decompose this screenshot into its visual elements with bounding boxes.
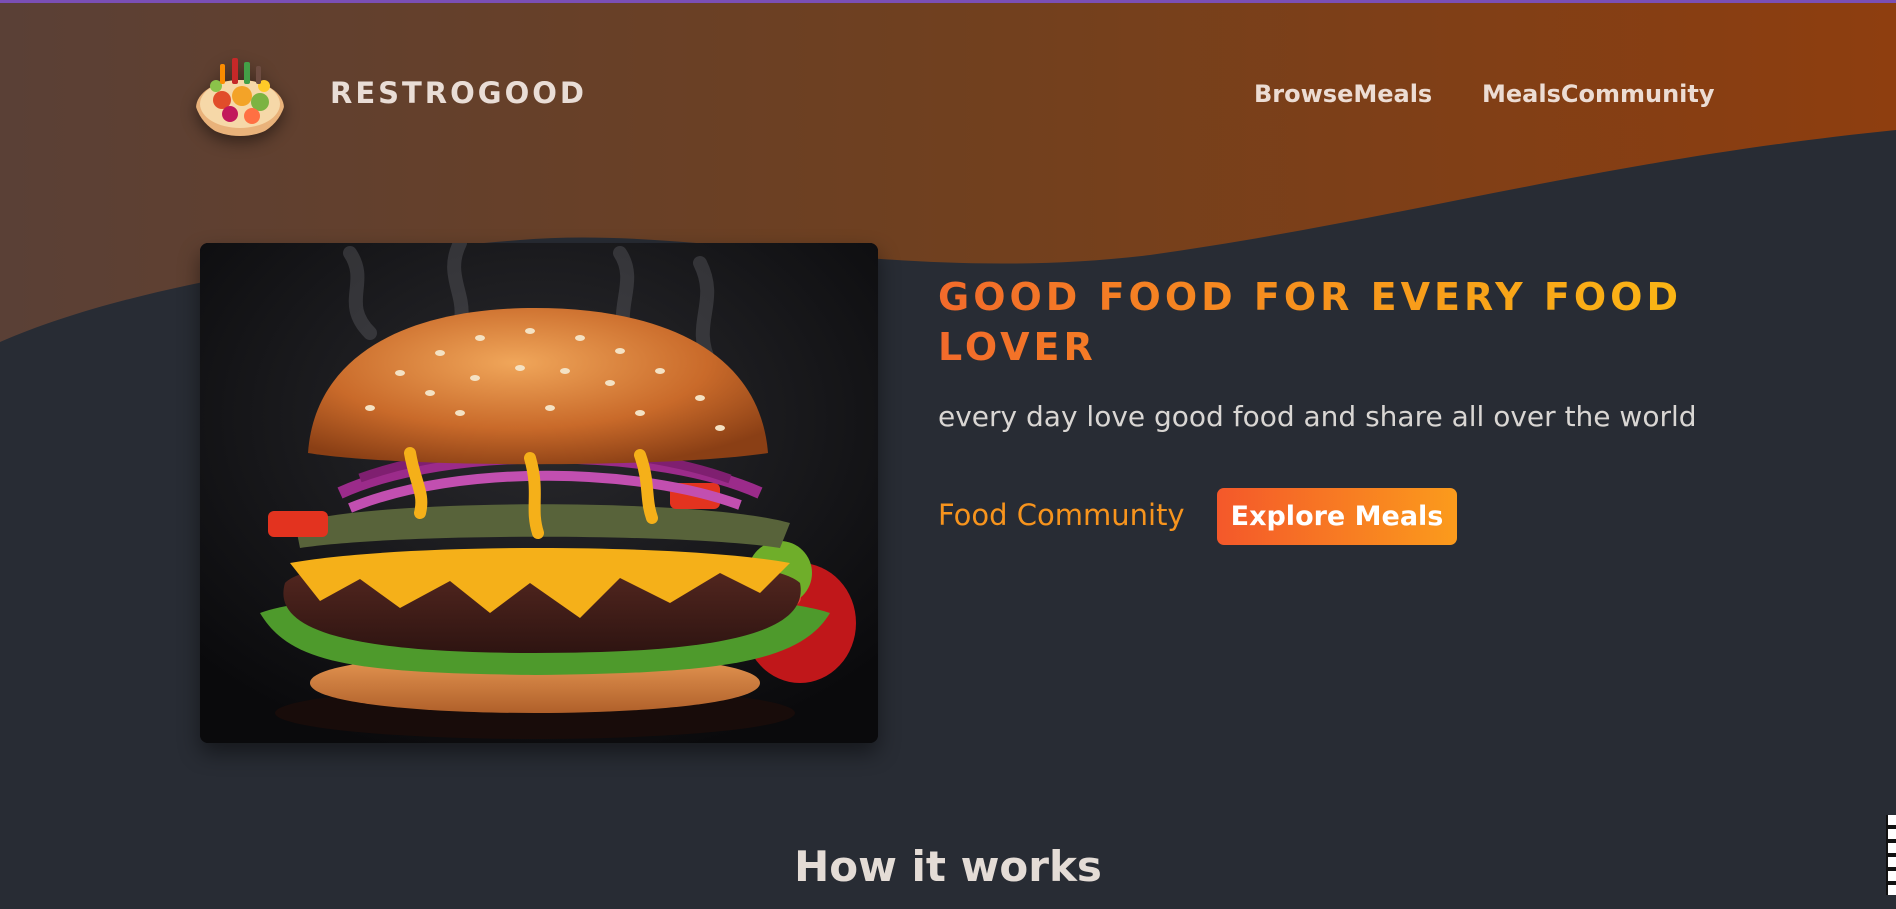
burger-photo bbox=[200, 243, 878, 743]
nav-meals-community[interactable]: MealsCommunity bbox=[1482, 80, 1715, 108]
nav-browse-meals[interactable]: BrowseMeals bbox=[1254, 80, 1432, 108]
food-community-link[interactable]: Food Community bbox=[938, 498, 1185, 532]
brand-name[interactable]: RESTROGOOD bbox=[330, 76, 587, 110]
hero-title: GOOD FOOD FOR EVERY FOOD LOVER bbox=[938, 272, 1698, 372]
food-platter-logo-icon[interactable] bbox=[194, 50, 286, 138]
explore-meals-button[interactable]: Explore Meals bbox=[1217, 488, 1457, 545]
hero-subtitle: every day love good food and share all o… bbox=[938, 400, 1697, 433]
top-accent-bar bbox=[0, 0, 1896, 3]
site-header: RESTROGOOD BrowseMeals MealsCommunity bbox=[0, 0, 1896, 190]
how-it-works-heading: How it works bbox=[794, 842, 1102, 891]
scrollbar-handle[interactable] bbox=[1886, 815, 1896, 895]
page: RESTROGOOD BrowseMeals MealsCommunity GO… bbox=[0, 0, 1896, 909]
